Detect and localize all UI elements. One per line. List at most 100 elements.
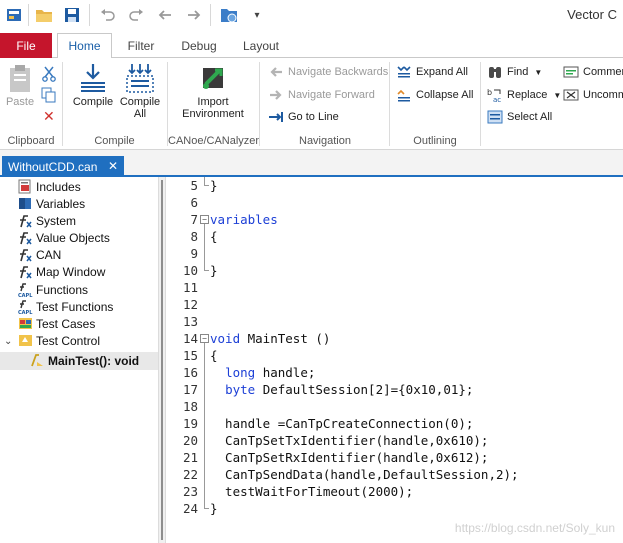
fold-toggle-icon[interactable]: − (200, 334, 209, 343)
navigate-forward-button[interactable]: Navigate Forward (268, 85, 375, 105)
tree-item-test-functions[interactable]: CAPL Test Functions (18, 298, 113, 315)
code-text: CanTpSendData(handle,DefaultSession,2); (210, 467, 519, 482)
code-line[interactable]: 17 byte DefaultSession[2]={0x10,01}; (166, 382, 623, 399)
binoculars-icon (489, 67, 501, 78)
back-arrow-icon[interactable] (155, 5, 175, 25)
go-to-line-button[interactable]: Go to Line (268, 107, 339, 127)
outline-tree: Includes Variables System Value Objects … (0, 177, 158, 543)
tree-item-value-objects[interactable]: Value Objects (18, 229, 110, 246)
navigate-backwards-label: Navigate Backwards (288, 66, 389, 78)
code-line[interactable]: 9 (166, 246, 623, 263)
cut-button[interactable] (41, 64, 61, 84)
code-line[interactable]: 23 testWaitForTimeout(2000); (166, 484, 623, 501)
code-line[interactable]: 16 long handle; (166, 365, 623, 382)
import-environment-button[interactable]: Import Environment (182, 62, 244, 120)
collapse-all-label: Collapse All (416, 89, 474, 101)
customize-dropdown-icon[interactable]: ▾ (247, 5, 267, 25)
group-label-outlining: Outlining (413, 135, 457, 147)
replace-dropdown-icon[interactable]: ▼ (553, 91, 561, 100)
tree-item-label: Test Control (36, 333, 101, 348)
tree-item-map-window[interactable]: Map Window (18, 263, 105, 280)
expand-all-label: Expand All (416, 66, 468, 78)
expand-all-button[interactable]: Expand All (396, 62, 468, 82)
delete-icon[interactable]: ✕ (43, 106, 55, 126)
group-label-navigation: Navigation (299, 135, 351, 147)
compile-all-button[interactable]: Compile All (118, 62, 162, 120)
paste-label: Paste (5, 96, 35, 108)
tree-item-test-control[interactable]: Test Control (18, 332, 100, 349)
tree-item-test-cases[interactable]: Test Cases (18, 315, 95, 332)
code-line[interactable]: 11 (166, 280, 623, 297)
tree-item-can[interactable]: CAN (18, 246, 61, 263)
tree-item-functions[interactable]: CAPL Functions (18, 281, 88, 298)
app-icon[interactable] (4, 5, 24, 25)
paste-button[interactable]: Paste (6, 62, 34, 108)
forward-arrow-icon[interactable] (184, 5, 204, 25)
open-folder-icon[interactable] (34, 5, 54, 25)
redo-icon[interactable] (126, 5, 146, 25)
document-tab[interactable]: WithoutCDD.can ✕ (2, 156, 124, 177)
group-find: Find ▼ b ac Replace ▼ Select All Commer U… (481, 58, 623, 150)
code-line[interactable]: 6 (166, 195, 623, 212)
code-line[interactable]: 14− void MainTest () (166, 331, 623, 348)
select-all-icon (487, 110, 503, 124)
splitter-grip[interactable] (161, 180, 163, 540)
line-number: 15 (182, 348, 198, 363)
tab-debug[interactable]: Debug (176, 33, 222, 58)
tree-item-label: Map Window (36, 264, 106, 279)
collapse-all-icon (397, 89, 410, 102)
tab-file[interactable]: File (0, 33, 52, 58)
code-line[interactable]: 18 (166, 399, 623, 416)
replace-button[interactable]: b ac Replace ▼ (487, 85, 561, 105)
save-icon[interactable] (62, 5, 82, 25)
close-icon[interactable]: ✕ (108, 159, 118, 173)
copy-button[interactable] (41, 85, 61, 105)
code-line[interactable]: 12 (166, 297, 623, 314)
variables-icon (19, 198, 31, 209)
find-button[interactable]: Find ▼ (487, 62, 542, 82)
group-label-canoe: CANoe/CANalyzer (168, 135, 260, 147)
code-line[interactable]: 8{ (166, 229, 623, 246)
tab-layout[interactable]: Layout (236, 33, 286, 58)
includes-icon (18, 179, 31, 194)
code-line[interactable]: 21 CanTpSetRxIdentifier(handle,0x612); (166, 450, 623, 467)
code-line[interactable]: 20 CanTpSetTxIdentifier(handle,0x610); (166, 433, 623, 450)
code-line[interactable]: 22 CanTpSendData(handle,DefaultSession,2… (166, 467, 623, 484)
uncomment-button[interactable]: Uncomm (563, 85, 623, 105)
code-editor[interactable]: 5} 6 7− variables 8{ 9 10} 11 12 13 14− vo… (166, 177, 623, 543)
tree-item-system[interactable]: System (18, 212, 76, 229)
code-line[interactable]: 19 handle =CanTpCreateConnection(0); (166, 416, 623, 433)
code-line[interactable]: 13 (166, 314, 623, 331)
tab-filter[interactable]: Filter (118, 33, 164, 58)
line-number: 8 (190, 229, 198, 244)
group-navigation: Navigate Backwards Navigate Forward Go t… (260, 58, 390, 150)
tree-item-variables[interactable]: Variables (18, 195, 85, 212)
compile-all-label-2: All (133, 108, 147, 120)
line-number: 20 (182, 433, 198, 448)
group-clipboard: Paste ✕ Clipboard (0, 58, 62, 150)
code-line[interactable]: 24} (166, 501, 623, 518)
code-text: CanTpSetRxIdentifier(handle,0x612); (210, 450, 489, 465)
tree-expander-icon[interactable]: ⌄ (4, 336, 12, 347)
folder-settings-icon[interactable] (219, 5, 239, 25)
code-line[interactable]: 5} (166, 178, 623, 195)
tree-item-main-test[interactable]: MainTest(): void (30, 352, 139, 369)
line-number: 18 (182, 399, 198, 414)
comment-button[interactable]: Commer (563, 62, 623, 82)
line-number: 6 (190, 195, 198, 210)
navigate-forward-label: Navigate Forward (288, 89, 375, 101)
collapse-all-button[interactable]: Collapse All (396, 85, 473, 105)
select-all-button[interactable]: Select All (487, 107, 552, 127)
find-dropdown-icon[interactable]: ▼ (534, 68, 542, 77)
tab-home[interactable]: Home (57, 33, 112, 59)
code-text: testWaitForTimeout(2000); (210, 484, 414, 499)
tree-item-includes[interactable]: Includes (18, 178, 81, 195)
undo-icon[interactable] (98, 5, 118, 25)
compile-button[interactable]: Compile (71, 62, 115, 108)
tree-item-label: Variables (36, 196, 86, 211)
navigate-backwards-button[interactable]: Navigate Backwards (268, 62, 388, 82)
code-line[interactable]: 7− variables (166, 212, 623, 229)
fold-toggle-icon[interactable]: − (200, 215, 209, 224)
code-line[interactable]: 15 { (166, 348, 623, 365)
code-line[interactable]: 10} (166, 263, 623, 280)
